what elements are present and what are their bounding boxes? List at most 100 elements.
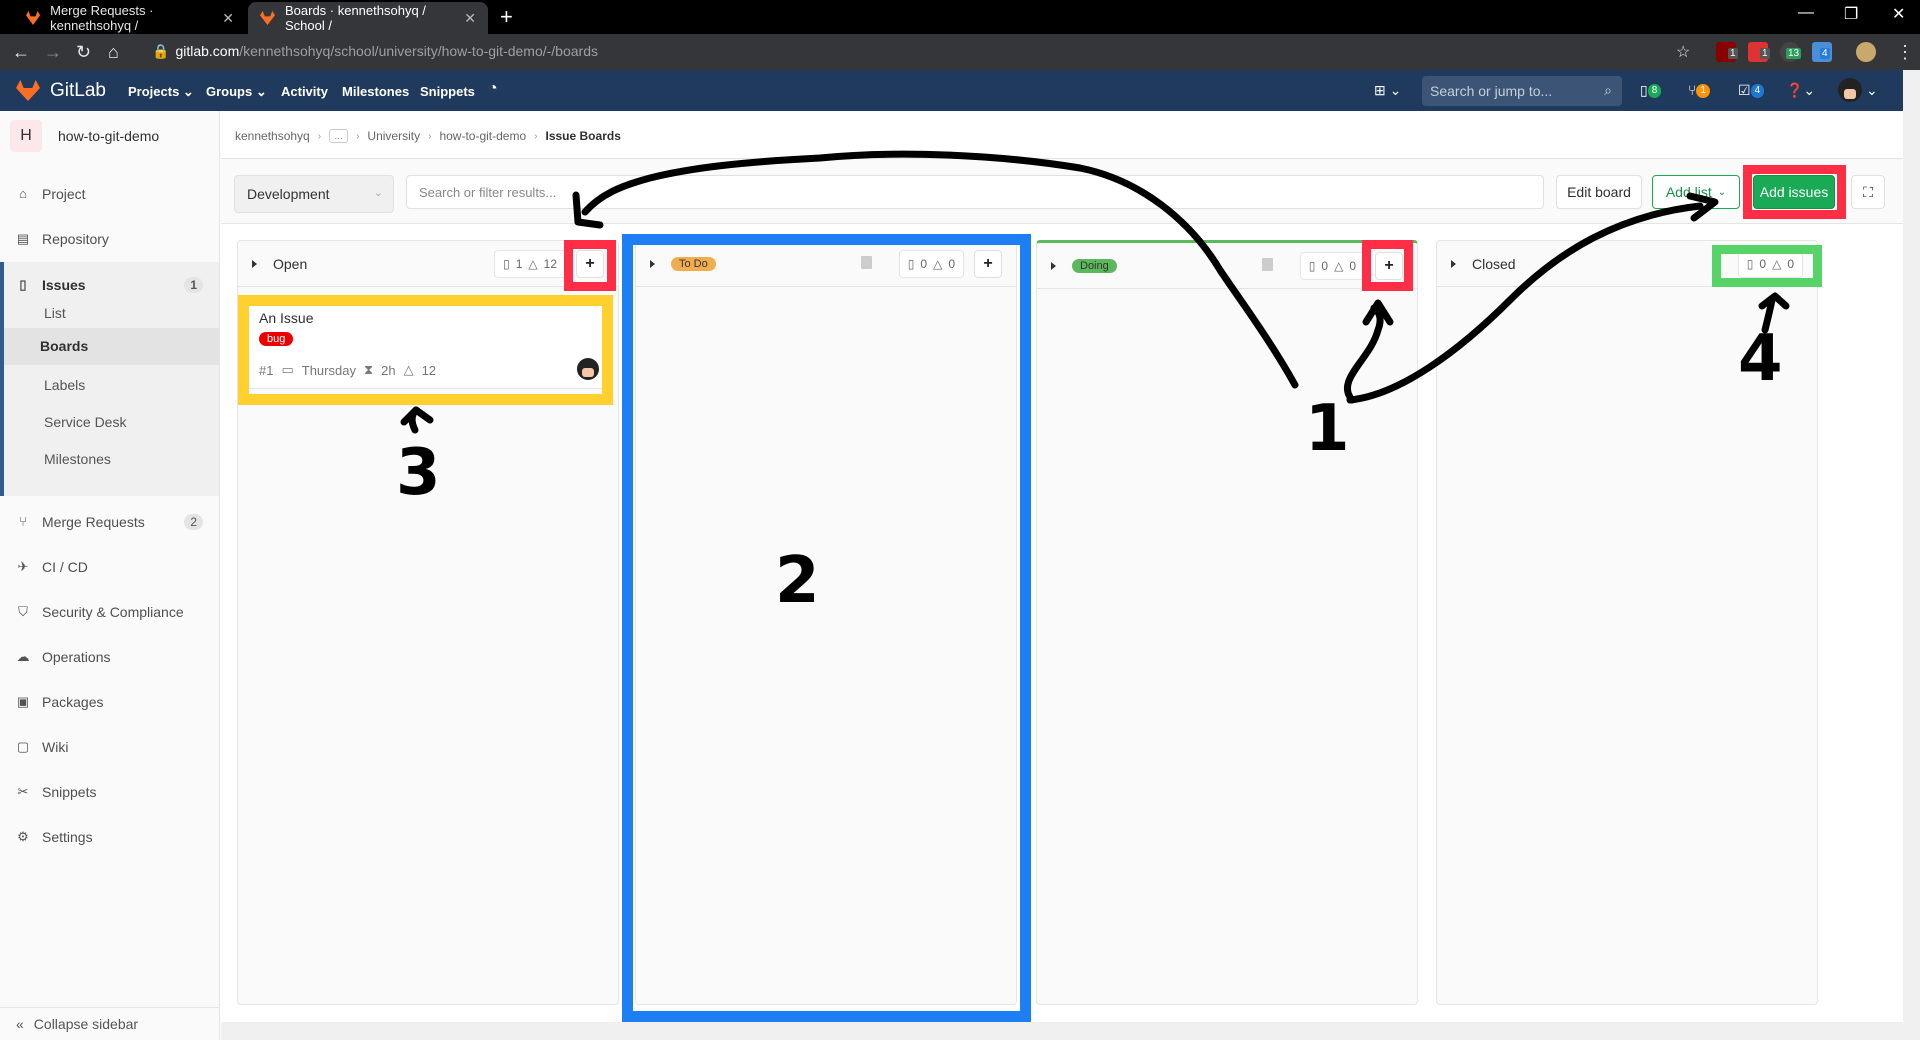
sidebar-sub-service-desk[interactable]: Service Desk (44, 414, 126, 430)
gitlab-logo-icon[interactable] (16, 80, 40, 101)
sidebar-item-project[interactable]: ⌂ Project (0, 171, 219, 216)
weight-icon: △ (1772, 257, 1782, 271)
close-tab-icon[interactable]: ✕ (222, 10, 234, 27)
sidebar-item-security[interactable]: ⛉ Security & Compliance (0, 589, 219, 634)
sidebar-item-merge-requests[interactable]: ⑂ Merge Requests 2 (0, 499, 219, 544)
new-issue-button[interactable]: + (1375, 252, 1403, 280)
back-button[interactable]: ← (12, 42, 30, 63)
board-list-open: Open ▯ 1 △ 12 + An Issue bug #1 ▭ Thursday ⧗… (237, 240, 619, 1005)
edit-board-button[interactable]: Edit board (1556, 175, 1642, 209)
sidebar-item-snippets[interactable]: ✂ Snippets (0, 769, 219, 814)
add-list-button[interactable]: Add list ⌄ (1652, 175, 1740, 209)
weight-icon: △ (528, 257, 538, 271)
assignee-avatar[interactable] (577, 358, 599, 380)
issues-icon: ▯ (907, 257, 915, 271)
new-issue-button[interactable]: + (576, 250, 604, 278)
sidebar-sub-boards[interactable]: Boards (4, 328, 219, 365)
expand-icon: ⛶ (1863, 183, 1873, 200)
collapse-caret-icon[interactable] (650, 259, 655, 268)
sidebar-item-cicd[interactable]: ✈ CI / CD (0, 544, 219, 589)
browser-tab-merge-requests[interactable]: Merge Requests · kennethsohyq / ✕ (14, 2, 246, 34)
nav-snippets[interactable]: Snippets (420, 84, 475, 99)
user-menu-chevron-icon[interactable]: ⌄ (1866, 82, 1878, 99)
nav-groups[interactable]: Groups ⌄ (206, 84, 267, 100)
new-tab-button[interactable]: + (500, 4, 513, 30)
list-counts: ▯ 0 △ 0 (1737, 250, 1803, 278)
bookmark-star-icon[interactable]: ☆ (1676, 42, 1690, 62)
collapse-caret-icon[interactable] (1451, 259, 1456, 268)
sidebar-item-wiki[interactable]: ▢ Wiki (0, 724, 219, 769)
add-issues-button[interactable]: Add issues (1753, 175, 1835, 209)
weight-icon: △ (403, 362, 414, 377)
board-selector[interactable]: Development ⌄ (234, 175, 394, 213)
breadcrumb-current[interactable]: Issue Boards (546, 129, 621, 143)
board-search-input[interactable]: Search or filter results... (406, 175, 1544, 209)
weight-icon: △ (1334, 259, 1344, 273)
restore-button[interactable]: ❐ (1844, 4, 1858, 24)
hourglass-icon: ⧗ (363, 362, 374, 377)
sidebar-item-issues[interactable]: ▯ Issues 1 (0, 262, 219, 307)
sidebar-sub-milestones[interactable]: Milestones (44, 451, 111, 467)
board-list-doing: Doing ▯ 0 △ 0 + (1036, 240, 1418, 1005)
browser-tab-boards[interactable]: Boards · kennethsohyq / School / ✕ (248, 2, 488, 34)
list-counts: ▯ 0 △ 0 (898, 250, 964, 278)
board-list-closed: Closed ▯ 0 △ 0 (1436, 240, 1818, 1005)
issues-icon: ▯ (1308, 259, 1316, 273)
breadcrumb-project[interactable]: how-to-git-demo (439, 129, 526, 143)
issues-icon: ▯ (1746, 257, 1754, 271)
horizontal-scrollbar[interactable] (221, 1022, 1903, 1040)
collapse-caret-icon[interactable] (252, 259, 257, 268)
sidebar-item-repository[interactable]: ▤ Repository (0, 216, 219, 261)
user-avatar[interactable] (1838, 78, 1862, 102)
issue-card[interactable]: An Issue bug #1 ▭ Thursday ⧗ 2h △ 12 (246, 299, 612, 389)
shield-icon: ⛉ (18, 603, 28, 619)
book-icon: ▢ (16, 738, 30, 754)
new-item-dropdown[interactable]: ⊞ ⌄ (1374, 82, 1401, 99)
main-content: kennethsohyq › … › University › how-to-git-… (221, 111, 1903, 1022)
fullscreen-button[interactable]: ⛶ (1851, 175, 1885, 209)
sidebar-item-operations[interactable]: ☁ Operations (0, 634, 219, 679)
home-button[interactable]: ⌂ (108, 42, 119, 63)
collapse-sidebar-button[interactable]: «Collapse sidebar (0, 1007, 219, 1040)
nav-milestones[interactable]: Milestones (342, 84, 409, 99)
home-icon: ⌂ (19, 185, 27, 201)
browser-menu-icon[interactable]: ⋮ (1896, 42, 1914, 63)
label-badge[interactable]: bug (259, 332, 294, 346)
list-label[interactable]: Doing (1072, 258, 1117, 273)
breadcrumb-user[interactable]: kennethsohyq (235, 129, 310, 143)
project-header[interactable]: H how-to-git-demo (10, 120, 159, 152)
merge-requests-nav-button[interactable]: ⑂ 1 (1688, 82, 1710, 99)
profile-avatar[interactable] (1856, 42, 1876, 62)
breadcrumb-group[interactable]: University (367, 129, 420, 143)
list-label[interactable]: To Do (671, 256, 716, 271)
issue-title[interactable]: An Issue (259, 310, 599, 326)
todos-nav-button[interactable]: ☑ 4 (1738, 82, 1765, 99)
issues-icon: ▯ (503, 257, 510, 271)
issues-nav-button[interactable]: ▯ 8 (1640, 82, 1662, 99)
global-search-input[interactable]: Search or jump to... ⌕ (1422, 76, 1622, 106)
performance-gauge-icon[interactable]: ◔ (488, 80, 498, 98)
url-field[interactable]: 🔒 gitlab.com/kennethsohyq/school/universi… (152, 43, 598, 60)
reload-button[interactable]: ↻ (76, 42, 91, 63)
trash-icon[interactable] (861, 256, 872, 269)
help-dropdown[interactable]: ❓⌄ (1786, 82, 1815, 99)
sidebar-sub-labels[interactable]: Labels (44, 377, 85, 393)
project-sidebar: H how-to-git-demo ⌂ Project ▤ Repository ▯… (0, 111, 220, 1040)
trash-icon[interactable] (1262, 258, 1273, 271)
close-window-button[interactable]: ✕ (1892, 4, 1905, 24)
nav-activity[interactable]: Activity (281, 84, 328, 99)
minimize-button[interactable]: — (1798, 4, 1814, 22)
nav-projects[interactable]: Projects ⌄ (128, 84, 194, 100)
sidebar-item-settings[interactable]: ⚙ Settings (0, 814, 219, 859)
sidebar-item-packages[interactable]: ▣ Packages (0, 679, 219, 724)
package-icon: ▣ (16, 693, 30, 709)
vertical-scrollbar[interactable] (1903, 70, 1920, 1040)
new-issue-button[interactable]: + (974, 250, 1002, 278)
close-tab-icon[interactable]: ✕ (464, 10, 476, 27)
sidebar-sub-list[interactable]: List (44, 305, 66, 321)
breadcrumb-expand[interactable]: … (329, 129, 349, 143)
forward-button[interactable]: → (44, 42, 62, 63)
gitlab-brand[interactable]: GitLab (50, 80, 106, 102)
list-header: Open ▯ 1 △ 12 + (238, 241, 618, 287)
collapse-caret-icon[interactable] (1051, 261, 1056, 270)
